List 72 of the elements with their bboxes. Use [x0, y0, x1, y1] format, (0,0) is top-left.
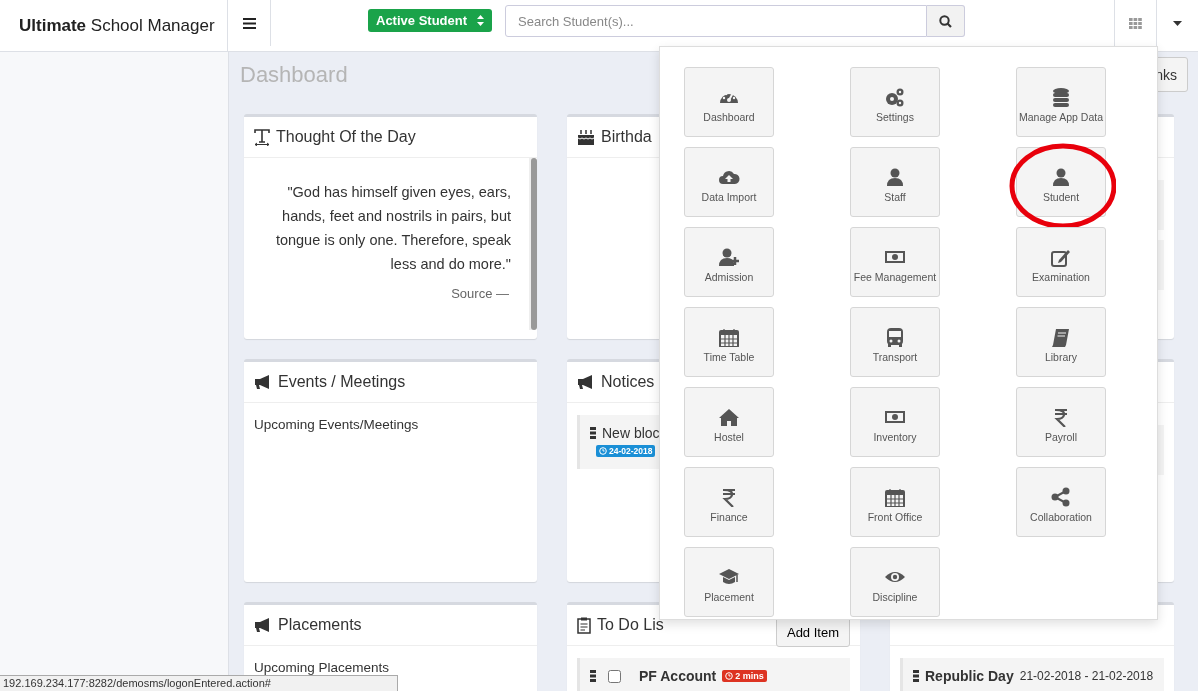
bus-icon: [884, 327, 906, 347]
search-button[interactable]: [927, 5, 965, 37]
card-title: Placements: [278, 616, 362, 634]
app-tile[interactable]: Student: [1016, 147, 1106, 217]
todo-checkbox[interactable]: [608, 669, 621, 683]
card-title: Thought Of the Day: [276, 128, 416, 146]
app-tile[interactable]: Discipline: [850, 547, 940, 617]
app-tile[interactable]: Admission: [684, 227, 774, 297]
app-tile[interactable]: Finance: [684, 467, 774, 537]
clipboard-icon: [577, 616, 591, 634]
app-tile[interactable]: Dashboard: [684, 67, 774, 137]
gears-icon: [884, 87, 906, 107]
book-icon: [1050, 327, 1072, 347]
clock-icon: [725, 672, 734, 680]
empty-message: Upcoming Events/Meetings: [254, 417, 419, 432]
menu-icon: [242, 17, 256, 29]
app-tile[interactable]: Payroll: [1016, 387, 1106, 457]
holiday-name: Republic Day: [925, 668, 1014, 684]
notice-title: New bloc: [602, 425, 660, 441]
app-tile[interactable]: Inventory: [850, 387, 940, 457]
card-title: To Do Lis: [597, 616, 664, 634]
app-tile[interactable]: Staff: [850, 147, 940, 217]
app-tile[interactable]: Settings: [850, 67, 940, 137]
user-icon: [1050, 167, 1072, 187]
quote-source: Source —: [450, 286, 510, 301]
user-plus-icon: [718, 247, 740, 267]
age-badge: 2 mins: [722, 670, 767, 682]
database-icon: [1050, 87, 1072, 107]
app-tile[interactable]: Manage App Data: [1016, 67, 1106, 137]
calendar-icon: [718, 327, 740, 347]
holiday-dates: 21-02-2018 - 21-02-2018: [1019, 669, 1154, 683]
drag-handle-icon: [590, 427, 596, 439]
page-title: Dashboard: [240, 62, 348, 88]
megaphone-icon: [577, 374, 595, 390]
megaphone-icon: [254, 617, 272, 633]
card-title: Events / Meetings: [278, 373, 406, 391]
app-tile[interactable]: Examination: [1016, 227, 1106, 297]
clock-icon: [599, 447, 607, 455]
cake-icon: [577, 129, 595, 145]
updown-caret-icon: [477, 15, 484, 26]
date-badge: 24-02-2018: [596, 445, 656, 457]
empty-message: Upcoming Placements: [254, 660, 390, 675]
status-url: 192.169.234.177:8282/demosms/logonEntered.action#: [0, 675, 398, 691]
quote-text: "God has himself given eyes, ears, hands, feet and nostrils in pairs, but tongue is only one. Therefore, speak less and do more.": [274, 183, 512, 274]
drag-handle-icon: [913, 670, 919, 682]
app-tile[interactable]: Library: [1016, 307, 1106, 377]
app-tile[interactable]: Transport: [850, 307, 940, 377]
card-title: Notices: [601, 373, 655, 391]
user-icon: [884, 167, 906, 187]
card-title: Birthda: [601, 128, 652, 146]
caret-icon: [1173, 20, 1182, 26]
drag-handle-icon: [590, 670, 596, 682]
app-tile[interactable]: Collaboration: [1016, 467, 1106, 537]
app-logo[interactable]: Ultimate School Manager: [19, 15, 215, 36]
search-icon: [939, 14, 952, 28]
calendar-icon: [884, 487, 906, 507]
app-tile[interactable]: Placement: [684, 547, 774, 617]
grid-icon: [1129, 17, 1142, 29]
house-icon: [718, 407, 740, 427]
share-icon: [1050, 487, 1072, 507]
app-tile[interactable]: Front Office: [850, 467, 940, 537]
app-tile[interactable]: Fee Management: [850, 227, 940, 297]
graduation-cap-icon: [718, 567, 740, 587]
scrollbar-thumb[interactable]: [531, 158, 537, 330]
app-tile[interactable]: Time Table: [684, 307, 774, 377]
edit-icon: [1050, 247, 1072, 267]
app-tile[interactable]: Data Import: [684, 147, 774, 217]
app-tile[interactable]: Hostel: [684, 387, 774, 457]
todo-text: PF Account: [639, 668, 717, 684]
megaphone-icon: [254, 374, 272, 390]
search-field[interactable]: Search Student(s)...: [505, 5, 927, 37]
text-icon: [254, 128, 270, 146]
